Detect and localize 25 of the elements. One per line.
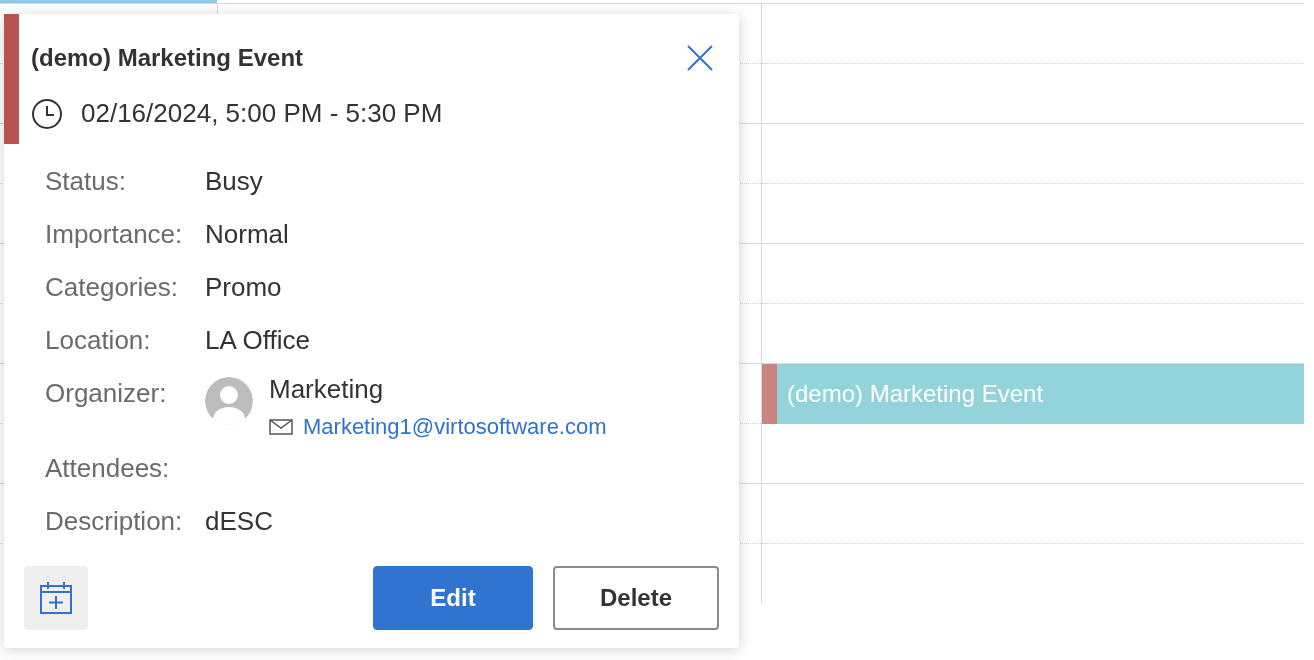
organizer-name: Marketing: [269, 374, 385, 404]
add-to-calendar-button[interactable]: [24, 566, 88, 630]
field-label: Status:: [45, 165, 127, 198]
field-label: Description:: [45, 505, 184, 538]
organizer-email-link[interactable]: Marketing1@virtosoftware.com: [303, 410, 607, 443]
field-label: Categories:: [45, 271, 179, 304]
close-icon[interactable]: [687, 45, 713, 71]
field-label: Organizer:: [45, 377, 168, 410]
field-label: Attendees:: [45, 452, 171, 485]
calendar-plus-icon: [39, 581, 73, 615]
field-value: Normal: [205, 218, 289, 251]
edit-button[interactable]: Edit: [373, 566, 533, 630]
field-label: Importance:: [45, 218, 184, 251]
avatar-icon: [205, 377, 253, 425]
clock-icon: [31, 97, 63, 130]
field-value: Busy: [205, 165, 263, 198]
event-title: (demo) Marketing Event: [31, 43, 304, 73]
event-datetime: 02/16/2024, 5:00 PM - 5:30 PM: [81, 97, 443, 130]
event-title: (demo) Marketing Event: [786, 379, 1044, 409]
mail-icon: [269, 418, 293, 435]
delete-button[interactable]: Delete: [553, 566, 719, 630]
field-value: dESC: [205, 505, 273, 538]
field-value: Promo: [205, 271, 282, 304]
field-value: LA Office: [205, 324, 311, 357]
field-label: Location:: [45, 324, 152, 357]
